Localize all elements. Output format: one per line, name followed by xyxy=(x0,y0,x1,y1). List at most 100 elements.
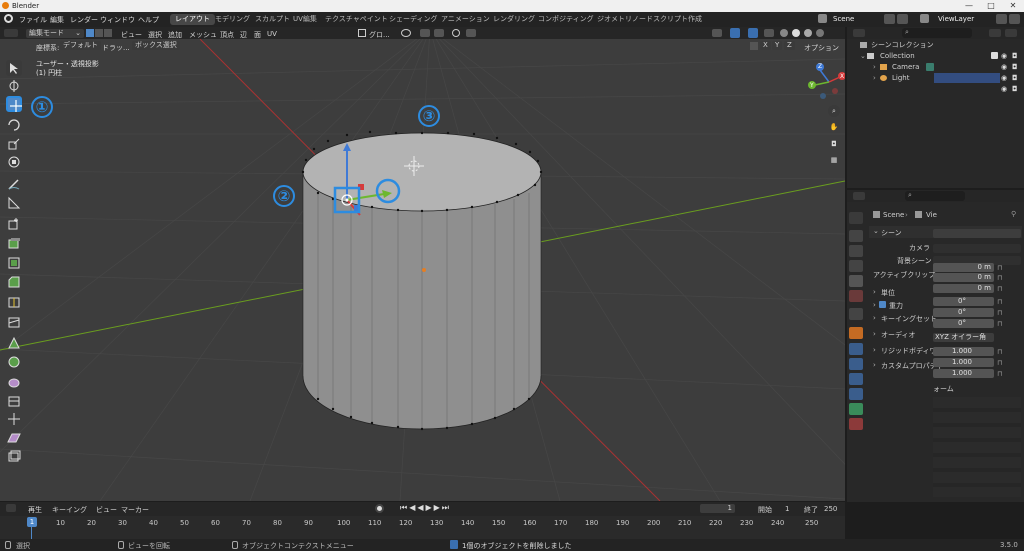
tab-uv-editing[interactable]: UV編集 xyxy=(288,14,322,25)
proportional-edit-icon[interactable] xyxy=(452,29,460,37)
mirror-y-toggle[interactable]: Y xyxy=(772,41,783,50)
poly-build-tool[interactable] xyxy=(6,335,22,351)
value-field-1[interactable]: 0 m xyxy=(933,263,994,272)
rip-region-tool[interactable] xyxy=(6,448,22,464)
camera-render-icon[interactable]: ◘ xyxy=(1012,62,1018,72)
knife-tool[interactable] xyxy=(6,314,22,330)
lock-icon[interactable]: ⊓ xyxy=(997,348,1002,356)
edge-select-icon[interactable] xyxy=(95,29,103,37)
wireframe-shading-icon[interactable] xyxy=(780,29,788,37)
delete-scene-button[interactable] xyxy=(897,14,908,24)
new-scene-button[interactable] xyxy=(884,14,895,24)
scale-field-3[interactable]: 1.000 xyxy=(933,369,994,378)
shear-tool[interactable] xyxy=(6,430,22,446)
tab-data-icon[interactable] xyxy=(849,403,863,415)
drag-selector[interactable]: ボックス選択 xyxy=(132,41,180,50)
record-button[interactable] xyxy=(375,504,384,513)
camera-render-icon[interactable]: ◘ xyxy=(1012,84,1018,94)
lock-icon[interactable]: ⊓ xyxy=(997,320,1002,328)
current-frame-field[interactable]: 1 xyxy=(700,504,735,513)
end-frame-field[interactable]: 250 xyxy=(824,505,837,513)
3d-viewport[interactable]: Z X Y ユーザー・透視投影 (1) 円柱 ⌕ ✋ ◘ ▦ ① ② ③ xyxy=(0,39,845,501)
tab-scene-icon[interactable] xyxy=(849,275,863,287)
section-units[interactable]: 単位 xyxy=(881,288,895,298)
timeline-view-menu[interactable]: ビュー xyxy=(96,505,117,515)
zoom-icon[interactable]: ⌕ xyxy=(828,105,840,117)
loop-cut-tool[interactable] xyxy=(6,294,22,310)
tab-output-icon[interactable] xyxy=(849,245,863,257)
scene-name-field[interactable] xyxy=(933,229,1021,238)
rotation-field-1[interactable]: 0° xyxy=(933,297,994,306)
eye-icon[interactable]: ◉ xyxy=(1001,73,1007,83)
minimize-button[interactable]: — xyxy=(958,0,980,12)
chevron-right-icon[interactable]: › xyxy=(873,62,876,72)
pivot-icon[interactable] xyxy=(401,29,411,37)
tab-render-icon[interactable] xyxy=(849,230,863,242)
scene-selector[interactable]: Scene xyxy=(833,15,854,23)
measure-tool[interactable] xyxy=(6,195,22,211)
gizmo-x-label[interactable]: X xyxy=(840,73,844,80)
vertex-select-icon[interactable] xyxy=(86,29,94,37)
properties-search-input[interactable]: ⌕ xyxy=(905,191,965,201)
grid-view-icon[interactable]: ▦ xyxy=(828,154,840,166)
close-button[interactable]: ✕ xyxy=(1002,0,1024,12)
annotate-tool[interactable] xyxy=(6,176,22,192)
gizmo-z-label[interactable]: Z xyxy=(818,63,822,70)
value-field-2[interactable]: 0 m xyxy=(933,273,994,282)
playback-controls[interactable]: ⏮◀◀▶▶⏭ xyxy=(400,503,451,513)
rendered-shading-icon[interactable] xyxy=(816,29,824,37)
outliner-editor-icon[interactable] xyxy=(853,29,865,37)
section-audio[interactable]: オーディオ xyxy=(881,330,916,340)
solid-shading-icon[interactable] xyxy=(792,29,800,37)
eye-icon[interactable]: ◉ xyxy=(1001,62,1007,72)
section-keying-sets[interactable]: キーイングセット xyxy=(881,314,937,324)
edge-slide-tool[interactable] xyxy=(6,393,22,409)
transform-tool[interactable] xyxy=(6,154,22,170)
new-viewlayer-button[interactable] xyxy=(996,14,1007,24)
tab-constraints-icon[interactable] xyxy=(849,388,863,400)
playback-menu[interactable]: 再生 xyxy=(28,505,42,515)
scale-field-1[interactable]: 1.000 xyxy=(933,347,994,356)
outliner-light-row[interactable]: › Light ◉ ◘ xyxy=(847,73,1024,83)
scale-tool[interactable] xyxy=(6,136,22,152)
start-frame-field[interactable]: 1 xyxy=(785,505,789,513)
marker-menu[interactable]: マーカー xyxy=(121,505,149,515)
shrink-fatten-tool[interactable] xyxy=(6,411,22,427)
add-cube-tool[interactable] xyxy=(6,216,22,232)
falloff-icon[interactable] xyxy=(466,29,476,37)
tab-modifiers-icon[interactable] xyxy=(849,343,863,355)
tab-particles-icon[interactable] xyxy=(849,358,863,370)
outliner-cylinder-row[interactable]: ◉ ◘ xyxy=(847,84,1024,94)
tab-texture-paint[interactable]: テクスチャペイント xyxy=(320,14,393,25)
viewlayer-selector[interactable]: ViewLayer xyxy=(938,15,974,23)
delete-viewlayer-button[interactable] xyxy=(1009,14,1020,24)
smooth-tool[interactable] xyxy=(6,374,22,390)
lock-icon[interactable]: ⊓ xyxy=(997,298,1002,306)
lock-icon[interactable]: ⊓ xyxy=(997,309,1002,317)
value-field-3[interactable]: 0 m xyxy=(933,284,994,293)
section-gravity[interactable]: 重力 xyxy=(889,301,903,311)
scale-field-2[interactable]: 1.000 xyxy=(933,358,994,367)
gravity-checkbox[interactable] xyxy=(879,301,886,308)
lock-icon[interactable]: ⊓ xyxy=(997,359,1002,367)
gizmo-y-label[interactable]: Y xyxy=(810,82,814,89)
maximize-button[interactable]: □ xyxy=(980,0,1002,12)
tab-world-icon[interactable] xyxy=(849,290,863,302)
outliner-collection[interactable]: ⌄ Collection ◉ ◘ xyxy=(847,51,1024,61)
menu-render[interactable]: レンダー xyxy=(70,15,98,25)
lock-icon[interactable]: ⊓ xyxy=(997,264,1002,272)
tab-compositing[interactable]: コンポジティング xyxy=(533,14,599,25)
camera-field[interactable] xyxy=(933,244,1021,253)
editor-type-icon[interactable] xyxy=(4,29,18,37)
menu-file[interactable]: ファイル xyxy=(19,15,47,25)
tab-object-icon[interactable] xyxy=(849,327,863,339)
coords-selector[interactable]: デフォルト xyxy=(60,41,101,50)
camera-render-icon[interactable]: ◘ xyxy=(1012,73,1018,83)
pin-icon[interactable]: ⚲ xyxy=(1011,210,1016,218)
new-collection-icon[interactable] xyxy=(1005,29,1017,37)
eye-icon[interactable]: ◉ xyxy=(1001,84,1007,94)
menu-help[interactable]: ヘルプ xyxy=(138,15,159,25)
rotation-field-3[interactable]: 0° xyxy=(933,319,994,328)
outliner-scene-collection[interactable]: シーンコレクション xyxy=(847,40,1024,50)
overlay-toggle-icon[interactable] xyxy=(748,28,758,38)
